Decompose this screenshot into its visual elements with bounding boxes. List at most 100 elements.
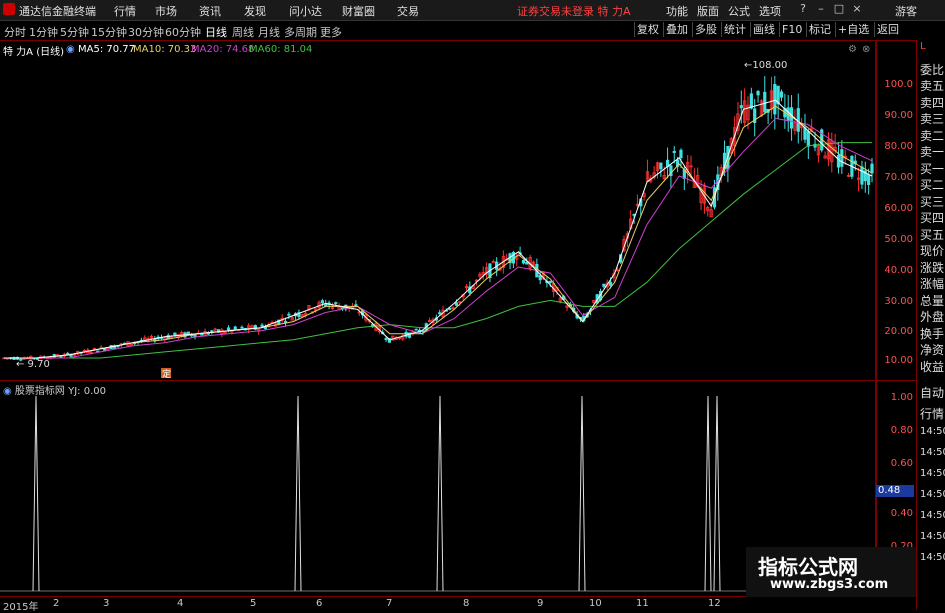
- date-tick: 6: [316, 598, 323, 609]
- minimize-icon[interactable]: –: [814, 2, 828, 16]
- side-panel-item: 买五: [920, 227, 945, 242]
- menu-market[interactable]: 市场: [155, 3, 177, 19]
- event-marker-label: 定: [162, 368, 171, 380]
- candle-down: [665, 147, 670, 179]
- date-tick: 12: [708, 598, 721, 609]
- chart-settings-icon[interactable]: ⚙: [848, 44, 857, 55]
- indicator-spike: [713, 395, 721, 592]
- candle-down: [327, 300, 331, 310]
- candle-up: [484, 262, 489, 280]
- side-panel-item: 买二: [920, 178, 945, 192]
- menu-layout[interactable]: 版面: [697, 3, 719, 19]
- f10-button[interactable]: F10: [779, 22, 804, 37]
- period-monthly[interactable]: 月线: [258, 24, 280, 40]
- indicator-spike: [294, 395, 302, 592]
- side-panel-item: 买四: [920, 211, 945, 225]
- menu-trade[interactable]: 交易: [397, 3, 419, 19]
- ma-line-ma10: [4, 105, 873, 359]
- candle-down: [753, 98, 757, 137]
- drawing-button[interactable]: 画线: [750, 22, 777, 37]
- candle-down: [836, 141, 841, 174]
- cursor-value: 0.48: [876, 485, 914, 497]
- help-icon[interactable]: ?: [796, 2, 810, 16]
- menu-discover[interactable]: 发现: [244, 3, 266, 19]
- side-panel-item: 换手: [920, 326, 945, 341]
- candle-down: [870, 157, 874, 183]
- indicator-spike: [32, 395, 40, 592]
- maximize-icon[interactable]: □: [832, 2, 846, 16]
- candle-down: [659, 162, 663, 177]
- adjust-button[interactable]: 复权: [634, 22, 661, 37]
- settings-icon[interactable]: ◉: [66, 44, 75, 55]
- side-panel-item: 14:50: [920, 426, 945, 437]
- ma20-label: MA20: 74.68: [191, 44, 255, 55]
- date-axis: 2015年 2 3 4 5 6 7 8 9 10 11 12: [0, 596, 916, 613]
- back-button[interactable]: 返回: [874, 22, 901, 37]
- side-panel-item: 委比: [920, 62, 945, 77]
- title-bar: 通达信金融终端 行情 市场 资讯 发现 问小达 财富圈 交易 证券交易未登录 特…: [0, 0, 945, 21]
- side-panel-item: 卖三: [920, 112, 945, 126]
- indicator-tick: 1.00: [890, 392, 913, 403]
- watermark-title: 指标公式网: [758, 555, 858, 579]
- period-daily[interactable]: 日线: [205, 24, 227, 40]
- period-30min[interactable]: 30分钟: [128, 24, 164, 40]
- indicator-tick: 0.40: [890, 508, 913, 519]
- menu-assistant[interactable]: 问小达: [289, 3, 322, 19]
- date-tick: 3: [103, 598, 110, 609]
- login-notice: 证券交易未登录 特 力A: [517, 5, 631, 18]
- add-watchlist-button[interactable]: +自选: [835, 22, 871, 37]
- period-multi[interactable]: 多周期: [284, 24, 317, 40]
- candle-up: [692, 168, 696, 188]
- date-tick: 2015年: [3, 602, 39, 613]
- close-icon[interactable]: ×: [850, 2, 864, 16]
- period-toolbar: 分时 1分钟 5分钟 15分钟 30分钟 60分钟 日线 周线 月线 多周期 更…: [0, 21, 945, 41]
- mark-button[interactable]: 标记: [806, 22, 833, 37]
- side-panel-item: 14:50: [920, 468, 945, 479]
- candle-up: [491, 259, 495, 263]
- price-tick: 50.00: [884, 234, 913, 245]
- menu-formula[interactable]: 公式: [728, 3, 750, 19]
- user-label[interactable]: 游客: [895, 3, 917, 19]
- menu-options[interactable]: 选项: [759, 3, 781, 19]
- candle-up: [655, 161, 660, 179]
- candle-up: [645, 159, 650, 182]
- multi-stock-button[interactable]: 多股: [692, 22, 719, 37]
- side-panel-item: 净资: [920, 343, 945, 357]
- menu-functions[interactable]: 功能: [666, 3, 688, 19]
- watermark: 指标公式网 www.zbgs3.com: [746, 547, 916, 597]
- period-weekly[interactable]: 周线: [232, 24, 254, 40]
- period-more[interactable]: 更多: [320, 24, 342, 40]
- price-tick: 80.00: [884, 141, 913, 152]
- period-60min[interactable]: 60分钟: [165, 24, 201, 40]
- kline-chart[interactable]: ←108.00 ← 9.70 定: [0, 58, 875, 380]
- period-5min[interactable]: 5分钟: [60, 24, 89, 40]
- candle-down: [293, 312, 298, 321]
- period-1min[interactable]: 1分钟: [29, 24, 58, 40]
- candle-down: [763, 76, 767, 115]
- side-panel-item: 卖四: [920, 95, 945, 110]
- period-15min[interactable]: 15分钟: [91, 24, 127, 40]
- stats-button[interactable]: 统计: [721, 22, 748, 37]
- indicator-svg[interactable]: [0, 381, 875, 596]
- side-panel-item: 卖五: [920, 79, 945, 93]
- date-tick: 9: [537, 598, 544, 609]
- watermark-url: www.zbgs3.com: [770, 577, 889, 592]
- chart-close-icon[interactable]: ⊗: [862, 44, 870, 55]
- period-intraday[interactable]: 分时: [4, 24, 26, 40]
- menu-news[interactable]: 资讯: [199, 3, 221, 19]
- candle-up: [800, 117, 804, 141]
- candle-down: [669, 164, 673, 189]
- candle-up: [401, 333, 405, 342]
- side-panel-item: 收益: [920, 359, 945, 374]
- high-price-label: ←108.00: [744, 60, 787, 71]
- side-panel-item: 买一: [920, 161, 945, 176]
- price-axis: 100.0 90.00 80.00 70.00 60.00 50.00 40.0…: [876, 40, 917, 380]
- candle-up: [481, 266, 485, 280]
- candle-down: [521, 259, 526, 265]
- menu-wealth[interactable]: 财富圈: [342, 3, 375, 19]
- indicator-spike: [704, 395, 712, 592]
- candle-down: [414, 328, 418, 331]
- overlay-button[interactable]: 叠加: [663, 22, 690, 37]
- menu-quotes[interactable]: 行情: [114, 3, 136, 19]
- candle-down: [779, 89, 784, 102]
